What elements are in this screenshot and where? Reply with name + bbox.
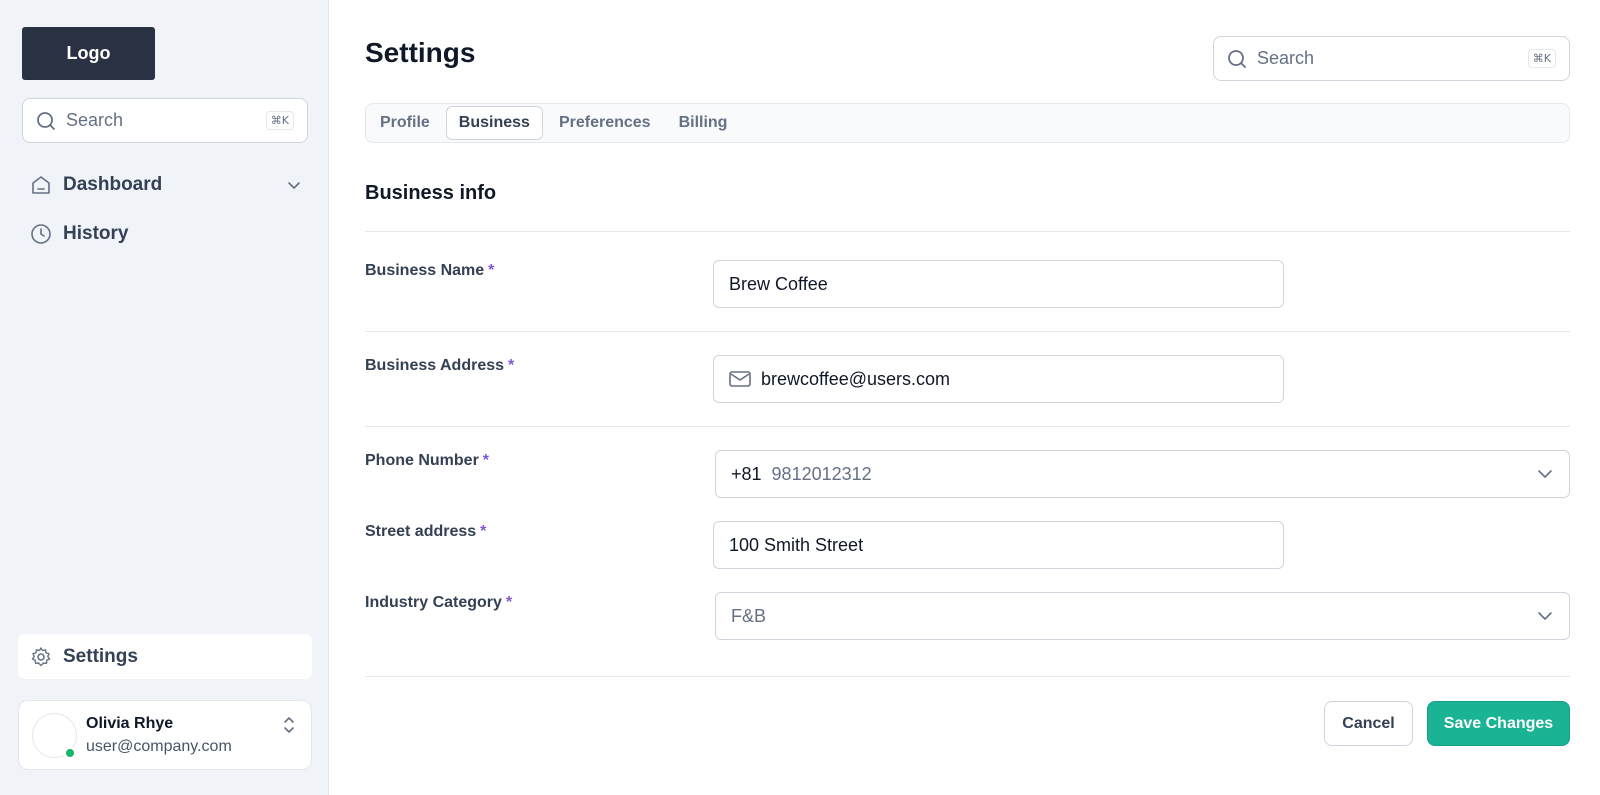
sidebar-item-dashboard[interactable]: Dashboard <box>30 168 302 202</box>
user-email: user@company.com <box>86 738 232 755</box>
sidebar-item-label: Dashboard <box>63 174 163 195</box>
tab-profile[interactable]: Profile <box>368 106 442 140</box>
chevron-down-icon[interactable] <box>1536 607 1554 625</box>
section-title: Business info <box>365 182 497 204</box>
required-marker: * <box>480 523 487 540</box>
gear-icon <box>31 646 51 666</box>
user-account-switcher[interactable]: Olivia Rhye user@company.com <box>18 700 312 770</box>
phone-number-label: Phone Number * <box>365 452 489 470</box>
divider <box>365 231 1570 232</box>
phone-number-label-text: Phone Number <box>365 452 479 469</box>
settings-tabs: Profile Business Preferences Billing <box>365 103 1570 143</box>
street-address-value: 100 Smith Street <box>729 534 864 555</box>
cancel-button[interactable]: Cancel <box>1324 701 1413 746</box>
tab-preferences[interactable]: Preferences <box>547 106 663 140</box>
industry-category-select[interactable]: F&B <box>715 592 1570 640</box>
tab-billing[interactable]: Billing <box>667 106 740 140</box>
street-address-label: Street address * <box>365 523 486 541</box>
user-name: Olivia Rhye <box>86 715 174 732</box>
page-title: Settings <box>365 37 476 68</box>
sidebar-search-input[interactable]: Search ⌘K <box>22 98 308 143</box>
phone-number-field[interactable]: +81 9812012312 <box>715 450 1570 498</box>
street-address-label-text: Street address <box>365 523 477 540</box>
save-changes-button[interactable]: Save Changes <box>1427 701 1570 746</box>
sidebar-item-settings[interactable]: Settings <box>18 634 312 679</box>
tab-business[interactable]: Business <box>445 106 543 140</box>
chevron-down-icon[interactable] <box>286 177 302 193</box>
sidebar-search-shortcut: ⌘K <box>265 111 294 130</box>
sidebar: Logo Search ⌘K Dashboard History Setting… <box>0 0 329 795</box>
divider <box>365 676 1570 677</box>
sidebar-item-label: History <box>63 223 129 244</box>
divider <box>365 331 1570 332</box>
business-address-label-text: Business Address <box>365 357 505 374</box>
search-icon <box>1228 49 1246 68</box>
mail-icon <box>729 371 751 387</box>
required-marker: * <box>505 594 513 611</box>
business-name-value: Brew Coffee <box>729 273 828 294</box>
business-name-field[interactable]: Brew Coffee <box>713 260 1284 308</box>
chevron-selector-icon <box>284 717 294 733</box>
country-code: +81 <box>731 463 762 484</box>
business-name-label: Business Name * <box>365 262 494 280</box>
clock-icon <box>31 224 51 244</box>
business-address-value: brewcoffee@users.com <box>761 368 951 389</box>
business-address-field[interactable]: brewcoffee@users.com <box>713 355 1284 403</box>
industry-category-value: F&B <box>731 605 767 626</box>
divider <box>365 426 1570 427</box>
industry-category-label-text: Industry Category <box>365 594 502 611</box>
phone-number-value: 9812012312 <box>771 463 872 484</box>
chevron-down-icon[interactable] <box>1536 465 1554 483</box>
required-marker: * <box>508 357 515 374</box>
industry-category-label: Industry Category * <box>365 594 512 612</box>
header-search-input[interactable]: Search ⌘K <box>1213 36 1570 81</box>
sidebar-search-placeholder: Search <box>66 110 124 130</box>
required-marker: * <box>488 262 495 279</box>
logo: Logo <box>22 27 155 80</box>
home-icon <box>32 176 50 194</box>
business-address-label: Business Address * <box>365 357 514 375</box>
sidebar-item-label: Settings <box>63 645 138 667</box>
sidebar-item-history[interactable]: History <box>30 217 302 251</box>
header-search-shortcut: ⌘K <box>1527 49 1556 68</box>
online-status-dot <box>64 747 76 759</box>
street-address-field[interactable]: 100 Smith Street <box>713 521 1284 569</box>
header-search-placeholder: Search <box>1257 48 1315 68</box>
business-name-label-text: Business Name <box>365 262 485 279</box>
search-icon <box>37 111 55 130</box>
required-marker: * <box>482 452 490 469</box>
